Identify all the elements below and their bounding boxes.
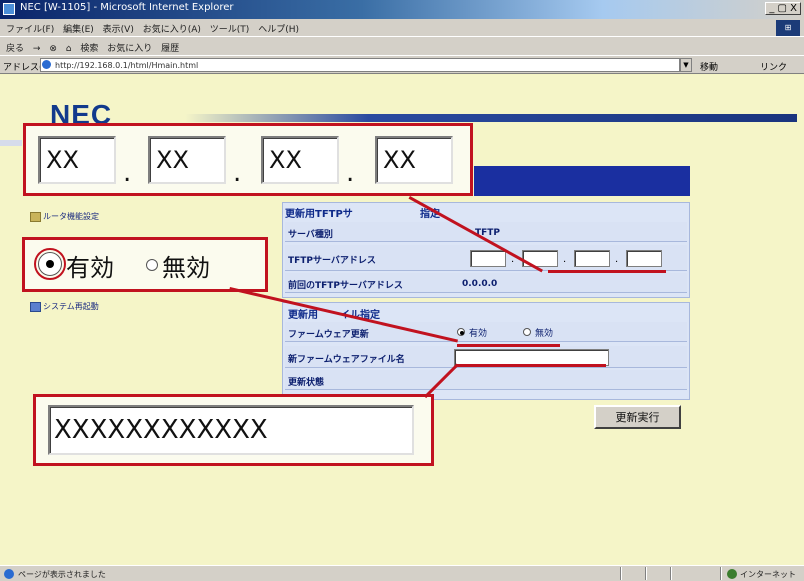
internet-zone-icon	[727, 569, 737, 579]
menu-view[interactable]: 表示(V)	[103, 22, 134, 35]
links-button[interactable]: リンク	[760, 60, 787, 73]
page-icon	[30, 301, 41, 312]
statusbar-divider	[620, 567, 622, 580]
highlight-circle	[34, 248, 66, 280]
windows-logo-icon: ⊞	[776, 20, 800, 36]
prev-tftp-address-label: 前回のTFTPサーバアドレス	[288, 281, 403, 291]
callout-ip-octet-4: XX	[375, 136, 453, 184]
callout-ip-dot: .	[233, 158, 242, 188]
firmware-update-on-label: 有効	[469, 329, 488, 339]
firmware-update-off-radio[interactable]	[523, 328, 531, 336]
status-text: ページが表示されました	[18, 570, 106, 579]
callout-underline	[456, 364, 606, 367]
status-bar: ページが表示されました インターネット	[0, 565, 804, 581]
left-frame-edge	[0, 140, 22, 146]
menu-help[interactable]: ヘルプ(H)	[258, 22, 299, 35]
menu-tools[interactable]: ツール(T)	[210, 22, 250, 35]
tftp-section-title: 更新用TFTPサ	[285, 209, 353, 220]
callout-underline	[457, 344, 560, 347]
home-button[interactable]: ⌂	[66, 44, 72, 54]
address-input[interactable]: http://192.168.0.1/html/Hmain.html	[40, 58, 680, 72]
menu-file[interactable]: ファイル(F)	[6, 22, 54, 35]
ie-icon	[3, 3, 15, 15]
radio-selected-dot	[460, 331, 464, 335]
window-title: NEC [W-1105] - Microsoft Internet Explor…	[20, 2, 234, 13]
header-band	[185, 114, 797, 122]
search-button[interactable]: 検索	[80, 41, 98, 54]
address-dropdown-icon[interactable]: ▼	[680, 58, 692, 72]
menu-bar: ファイル(F) 編集(E) 表示(V) お気に入り(A) ツール(T) ヘルプ(…	[0, 19, 804, 36]
nav-system-restart-label: システム再起動	[43, 302, 99, 311]
callout-ip-octet-1: XX	[38, 136, 116, 184]
firmware-file-label: 新ファームウェアファイル名	[288, 355, 405, 365]
nav-router-settings[interactable]: ルータ機能設定	[30, 211, 99, 222]
callout-radio-on-label: 有効	[66, 254, 114, 282]
callout-filename-field: XXXXXXXXXXXX	[48, 405, 414, 455]
callout-ip-dot: .	[123, 158, 132, 188]
statusbar-divider	[720, 567, 722, 580]
window-controls[interactable]: _ ▢ X	[765, 2, 801, 15]
history-button[interactable]: 履歴	[161, 41, 179, 54]
callout-ip-octet-2: XX	[148, 136, 226, 184]
callout-underline	[548, 270, 666, 273]
server-type-label: サーバ種別	[288, 230, 333, 240]
callout-radio-off-label: 無効	[162, 254, 210, 282]
callout-radio-off	[146, 259, 158, 271]
section-header-bar	[474, 166, 690, 196]
page-done-icon	[4, 569, 14, 579]
callout-ip-octet-3: XX	[261, 136, 339, 184]
nav-router-settings-label: ルータ機能設定	[43, 212, 99, 221]
statusbar-divider	[670, 567, 672, 580]
menu-favorites[interactable]: お気に入り(A)	[143, 22, 201, 35]
tftp-address-label: TFTPサーバアドレス	[288, 256, 376, 266]
tftp-ip-octet-4[interactable]	[626, 250, 662, 267]
toolbar: 戻る → ⊗ ⌂ 検索 お気に入り 履歴	[0, 36, 804, 55]
firmware-update-label: ファームウェア更新	[288, 330, 369, 340]
update-status-label: 更新状態	[288, 378, 325, 388]
favorites-button[interactable]: お気に入り	[107, 41, 152, 54]
prev-tftp-address-value: 0.0.0.0	[462, 279, 498, 289]
address-bar: アドレス(D) http://192.168.0.1/html/Hmain.ht…	[0, 55, 804, 74]
tftp-ip-octet-3[interactable]	[574, 250, 610, 267]
folder-icon	[30, 211, 41, 222]
form-row-update-status	[285, 370, 687, 390]
tftp-ip-octet-1[interactable]	[470, 250, 506, 267]
nav-system-restart[interactable]: システム再起動	[30, 301, 99, 312]
stop-button[interactable]: ⊗	[49, 44, 57, 54]
forward-button[interactable]: →	[33, 44, 41, 54]
back-button[interactable]: 戻る	[6, 41, 24, 54]
page-icon	[42, 60, 51, 69]
callout-ip-dot: .	[346, 158, 355, 188]
ip-dot: .	[615, 254, 619, 265]
ip-dot: .	[563, 254, 567, 265]
update-execute-button[interactable]: 更新実行	[594, 405, 681, 429]
go-button[interactable]: 移動	[700, 60, 718, 73]
zone-text: インターネット	[740, 570, 796, 579]
statusbar-divider	[645, 567, 647, 580]
menu-edit[interactable]: 編集(E)	[63, 22, 94, 35]
firmware-update-off-label: 無効	[535, 329, 554, 339]
